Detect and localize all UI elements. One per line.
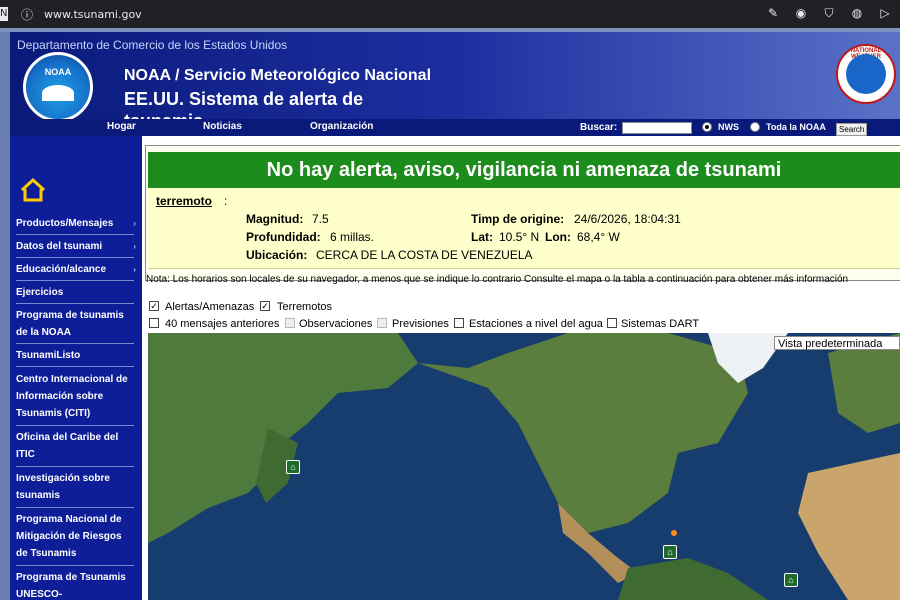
map-view-select[interactable]: Vista predeterminada bbox=[774, 336, 900, 350]
shield-icon[interactable]: ⛉ bbox=[822, 6, 836, 21]
sidebar-item-label: Productos/Mensajes bbox=[16, 218, 114, 229]
origin-time-value: 24/6/2026, 18:04:31 bbox=[574, 212, 681, 226]
time-note: Nota: Los horarios son locales de su nav… bbox=[146, 274, 849, 285]
sidebar-divider bbox=[16, 257, 134, 258]
department-link[interactable]: Departamento de Comercio de los Estados … bbox=[17, 38, 287, 52]
checkbox-earthquakes[interactable]: ✓ bbox=[260, 301, 270, 311]
sidebar: Productos/Mensajes › Datos del tsunami › E… bbox=[10, 136, 142, 600]
map-marker-icon[interactable]: ⌂ bbox=[286, 460, 300, 474]
sidebar-divider bbox=[16, 565, 134, 566]
sidebar-item-noaa-program[interactable]: Programa de tsunamis de la NOAA bbox=[16, 307, 134, 341]
nws-emblem-icon bbox=[846, 54, 886, 94]
sidebar-divider bbox=[16, 507, 134, 508]
sidebar-divider bbox=[16, 466, 134, 467]
sidebar-item-exercises[interactable]: Ejercicios bbox=[16, 284, 134, 301]
chevron-right-icon: › bbox=[133, 219, 136, 228]
radio-nws-label: NWS bbox=[718, 122, 739, 132]
chevron-right-icon: › bbox=[133, 265, 136, 274]
checkbox-dart-label: Sistemas DART bbox=[621, 318, 700, 330]
top-nav: Hogar Noticias Organización Buscar: NWS … bbox=[10, 119, 900, 136]
edit-icon[interactable]: ✎ bbox=[766, 6, 780, 21]
browser-toolbar: N ⓘ www.tsunami.gov ✎ ◉ ⛉ ◍ ▷ bbox=[0, 0, 900, 28]
sidebar-item-nthmp[interactable]: Programa Nacional de Mitigación de Riesg… bbox=[16, 511, 134, 562]
search-label: Buscar: bbox=[580, 122, 618, 133]
checkbox-alerts-label: Alertas/Amenazas bbox=[165, 301, 255, 313]
sidebar-divider bbox=[16, 343, 134, 344]
radio-all-noaa[interactable] bbox=[750, 122, 760, 132]
map-marker-icon[interactable]: ⌂ bbox=[784, 573, 798, 587]
sidebar-item-tsunamiready[interactable]: TsunamiListo bbox=[16, 347, 134, 364]
noaa-logo-text: NOAA bbox=[44, 67, 72, 77]
alert-status-banner: No hay alerta, aviso, vigilancia ni amen… bbox=[148, 152, 900, 188]
checkbox-previous[interactable] bbox=[149, 318, 159, 328]
location-value: CERCA DE LA COSTA DE VENEZUELA bbox=[316, 248, 533, 262]
camera-icon[interactable]: ◉ bbox=[794, 6, 808, 21]
sidebar-item-label: Educación/alcance bbox=[16, 264, 107, 275]
lon-label: Lon: bbox=[545, 230, 571, 244]
sidebar-divider bbox=[16, 234, 134, 235]
earthquake-colon: : bbox=[224, 194, 228, 208]
lat-value: 10.5° N bbox=[499, 230, 540, 244]
tsunami-map[interactable]: Vista predeterminada ⌂ ⌂ ⌂ bbox=[148, 333, 900, 600]
checkbox-stations-label: Estaciones a nivel del agua bbox=[469, 318, 603, 330]
noaa-logo[interactable]: NOAA bbox=[23, 52, 93, 122]
sidebar-divider bbox=[16, 425, 134, 426]
info-icon[interactable]: ⓘ bbox=[20, 7, 34, 22]
search-button[interactable]: Search bbox=[836, 123, 868, 136]
checkbox-earthquakes-label: Terremotos bbox=[277, 301, 333, 313]
sidebar-item-products[interactable]: Productos/Mensajes › bbox=[16, 215, 136, 232]
search-input[interactable] bbox=[622, 122, 692, 134]
checkbox-alerts[interactable]: ✓ bbox=[149, 301, 159, 311]
checkbox-observations-label: Observaciones bbox=[299, 318, 373, 330]
depth-label: Profundidad: bbox=[246, 230, 321, 244]
nav-news[interactable]: Noticias bbox=[203, 121, 242, 132]
map-marker-icon[interactable]: ⌂ bbox=[663, 545, 677, 559]
sidebar-item-itic[interactable]: Centro Internacional de Información sobr… bbox=[16, 371, 134, 422]
origin-time-label: Timp de origine: bbox=[471, 212, 565, 226]
left-strip bbox=[0, 32, 10, 600]
checkbox-forecasts[interactable] bbox=[377, 318, 387, 328]
nav-organization[interactable]: Organización bbox=[310, 121, 373, 132]
checkbox-previous-label: 40 mensajes anteriores bbox=[165, 318, 280, 330]
checkbox-dart[interactable] bbox=[607, 318, 617, 328]
address-bar[interactable]: www.tsunami.gov bbox=[44, 8, 142, 21]
noaa-bird-icon bbox=[42, 85, 74, 101]
radio-all-noaa-label: Toda la NOAA bbox=[766, 122, 826, 132]
sidebar-item-unesco[interactable]: Programa de Tsunamis UNESCO- bbox=[16, 569, 134, 603]
nws-logo[interactable]: NATIONAL WEATHER SERVICE bbox=[836, 44, 896, 104]
chevron-right-icon: › bbox=[133, 242, 136, 251]
tab-edge[interactable]: N bbox=[0, 7, 8, 21]
sidebar-item-label: Datos del tsunami bbox=[16, 241, 103, 252]
lat-label: Lat: bbox=[471, 230, 493, 244]
location-label: Ubicación: bbox=[246, 248, 308, 262]
globe-icon[interactable]: ◍ bbox=[850, 6, 864, 21]
magnitude-label: Magnitud: bbox=[246, 212, 304, 226]
depth-value: 6 millas. bbox=[330, 230, 375, 244]
send-icon[interactable]: ▷ bbox=[878, 6, 892, 21]
sidebar-item-research[interactable]: Investigación sobre tsunamis bbox=[16, 470, 134, 504]
earthquake-link[interactable]: terremoto bbox=[156, 194, 212, 208]
sidebar-divider bbox=[16, 280, 134, 281]
radio-nws[interactable] bbox=[702, 122, 712, 132]
site-title: NOAA / Servicio Meteorológico Nacional bbox=[124, 67, 432, 84]
sidebar-divider bbox=[16, 303, 134, 304]
magnitude-value: 7.5 bbox=[312, 212, 329, 226]
checkbox-observations[interactable] bbox=[285, 318, 295, 328]
map-imagery bbox=[148, 333, 900, 600]
sidebar-item-data[interactable]: Datos del tsunami › bbox=[16, 238, 136, 255]
lon-value: 68,4° W bbox=[577, 230, 620, 244]
sidebar-item-education[interactable]: Educación/alcance › bbox=[16, 261, 136, 278]
sidebar-item-caribbean[interactable]: Oficina del Caribe del ITIC bbox=[16, 429, 134, 463]
sidebar-divider bbox=[16, 366, 134, 367]
checkbox-stations[interactable] bbox=[454, 318, 464, 328]
checkbox-forecasts-label: Previsiones bbox=[392, 318, 449, 330]
nav-home[interactable]: Hogar bbox=[107, 121, 136, 132]
browser-actions: ✎ ◉ ⛉ ◍ ▷ bbox=[766, 6, 892, 21]
home-icon[interactable] bbox=[20, 178, 46, 202]
